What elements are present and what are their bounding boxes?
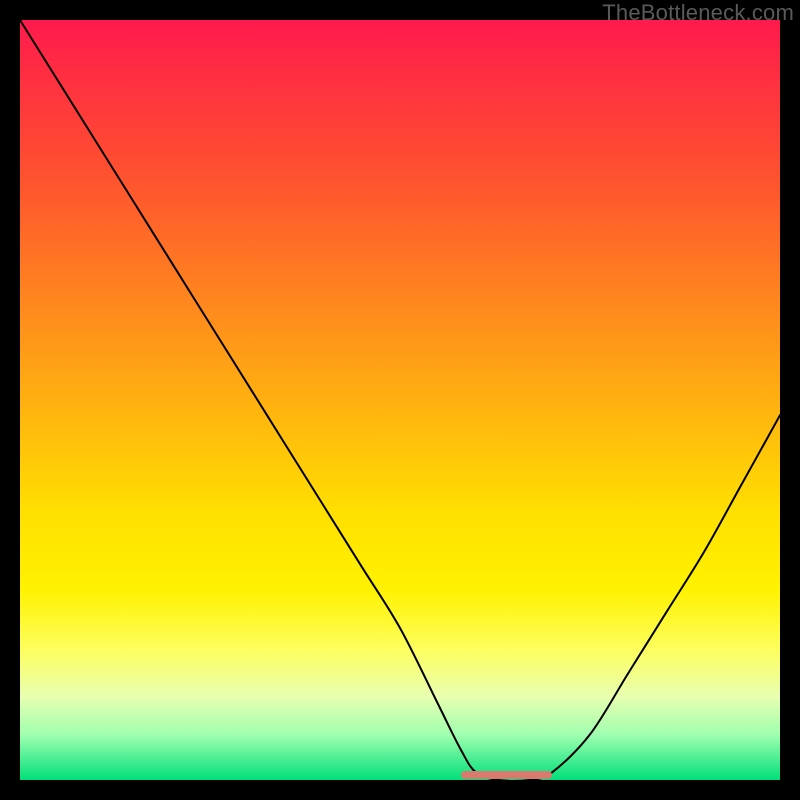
watermark-text: TheBottleneck.com [602, 0, 794, 26]
plot-area [20, 20, 780, 780]
bottleneck-curve-path [20, 20, 780, 780]
bottleneck-curve-svg [20, 20, 780, 780]
optimal-flat-segment [461, 771, 552, 779]
chart-frame: TheBottleneck.com [0, 0, 800, 800]
